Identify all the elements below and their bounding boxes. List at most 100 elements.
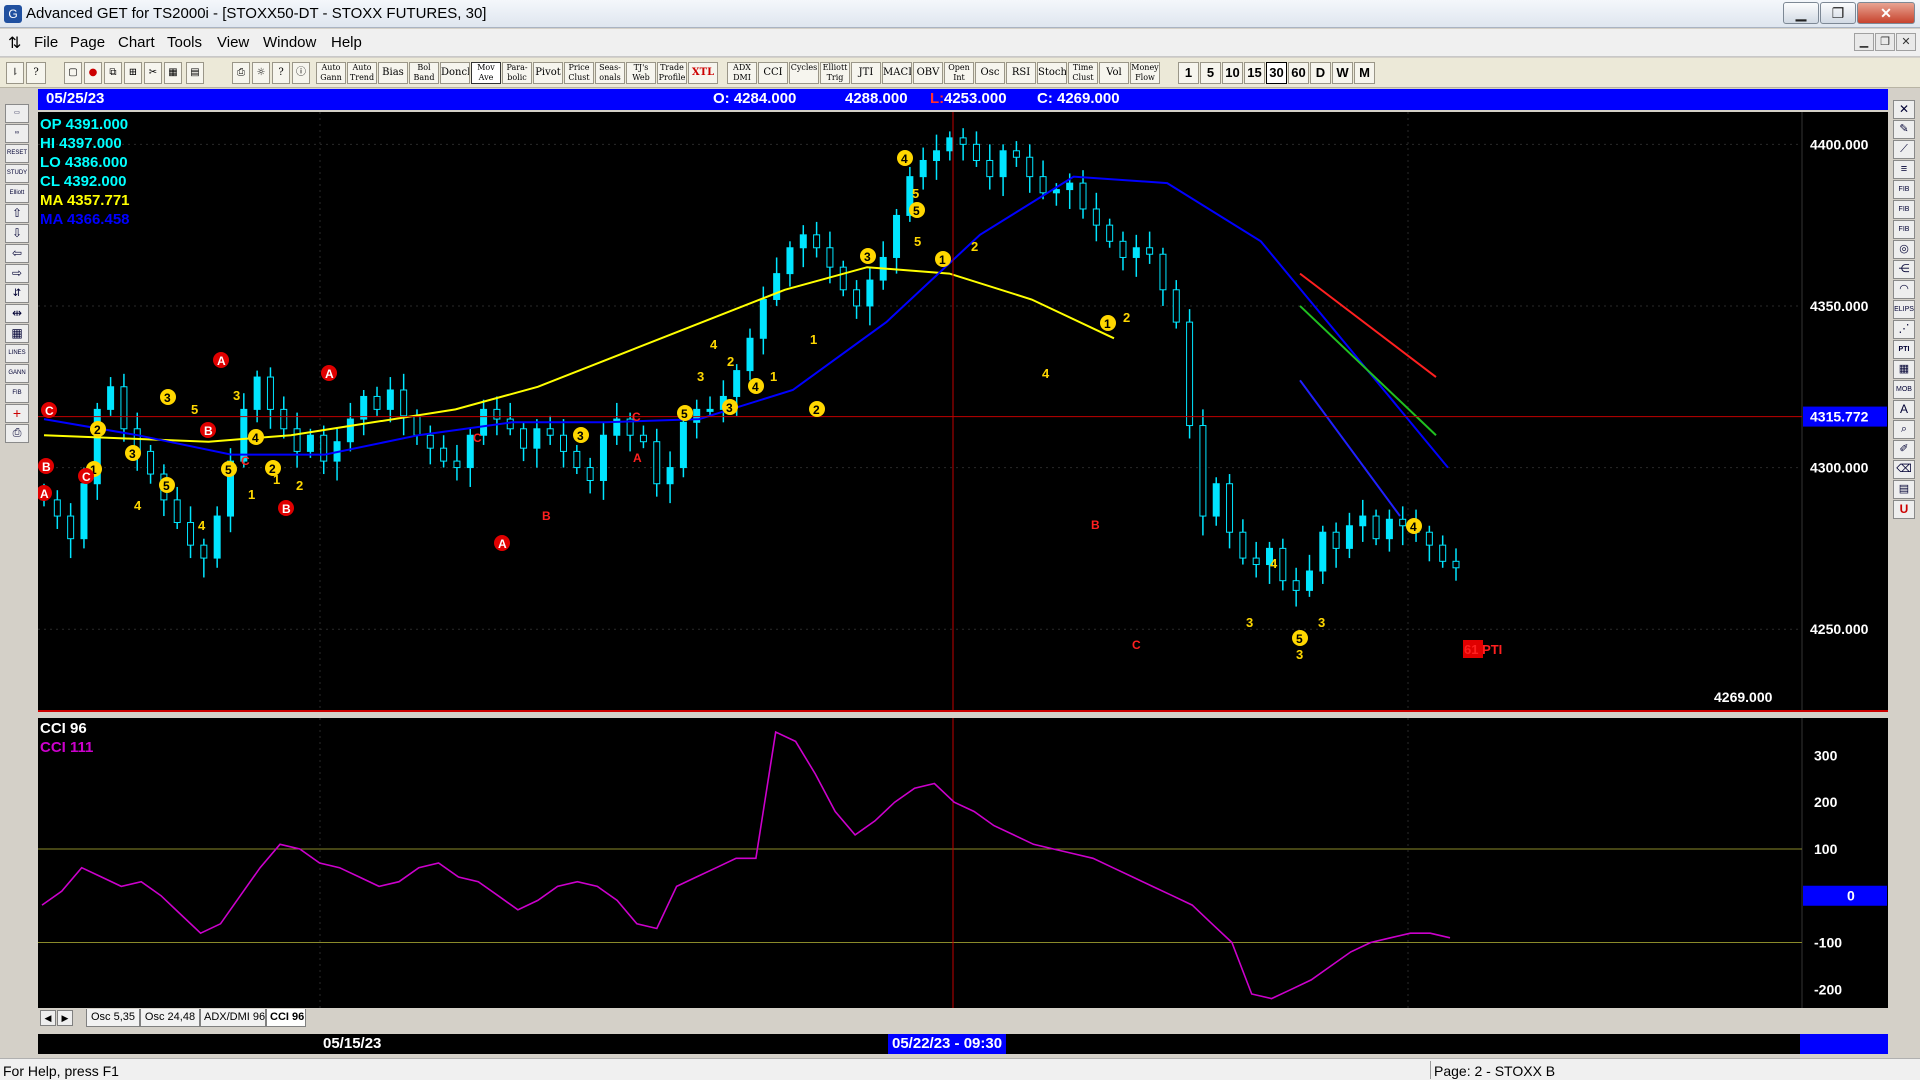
interval-m-button[interactable]: M	[1354, 62, 1375, 84]
compress-icon[interactable]: ⇵	[5, 284, 29, 303]
undo-icon[interactable]: U	[1893, 500, 1915, 519]
interval-10-button[interactable]: 10	[1222, 62, 1243, 84]
arrow-up-icon[interactable]: ⇧	[5, 204, 29, 223]
menu-help[interactable]: Help	[331, 34, 362, 51]
mdi-restore-button[interactable]: ❐	[1875, 33, 1895, 51]
copy-icon[interactable]: ⧉	[104, 62, 122, 84]
new-icon[interactable]: ▢	[64, 62, 82, 84]
mdi-close-button[interactable]: ✕	[1896, 33, 1916, 51]
study-bol-band-button[interactable]: Bol Band	[409, 62, 439, 84]
cci-pane[interactable]: 300 200 100 0 -100 -200 CCI 96 CCI 111	[38, 718, 1888, 1008]
study-auto-trend-button[interactable]: Auto Trend	[347, 62, 377, 84]
gann-button[interactable]: GANN	[5, 364, 29, 383]
doc-icon[interactable]: ⇅	[8, 33, 21, 53]
grid-tool-icon[interactable]: ▦	[1893, 360, 1915, 379]
fan-icon[interactable]: ⋲	[1893, 260, 1915, 279]
study-tj-s-web-button[interactable]: TJ's Web	[626, 62, 656, 84]
lines-button[interactable]: LINES	[5, 344, 29, 363]
menu-view[interactable]: View	[217, 34, 249, 51]
price-chart-pane[interactable]: 4400.000 4350.000 4300.000 4250.000 4315.772…	[38, 112, 1888, 710]
binoculars-icon[interactable]: ∞	[5, 124, 29, 143]
osc-money-flow-button[interactable]: Money Flow	[1130, 62, 1160, 84]
study-price-clust-button[interactable]: Price Clust	[564, 62, 594, 84]
text-tool-icon[interactable]: A	[1893, 400, 1915, 419]
interval-1-button[interactable]: 1	[1178, 62, 1199, 84]
cut-icon[interactable]: ✂	[144, 62, 162, 84]
interval-30-button[interactable]: 30	[1266, 62, 1287, 84]
study-mov-ave-button[interactable]: Mov Ave	[471, 62, 501, 84]
study-pivot-button[interactable]: Pivot	[533, 62, 563, 84]
context-help-icon[interactable]: ?	[272, 62, 290, 84]
arrow-down-icon[interactable]: ⇩	[5, 224, 29, 243]
maximize-button[interactable]: ❐	[1820, 2, 1856, 24]
info-icon[interactable]: ⓘ	[292, 62, 310, 84]
layout-icon[interactable]: ⊞	[124, 62, 142, 84]
osc-obv-button[interactable]: OBV	[913, 62, 943, 84]
interval-15-button[interactable]: 15	[1244, 62, 1265, 84]
interval-d-button[interactable]: D	[1310, 62, 1331, 84]
pin-icon[interactable]: ⇂	[6, 62, 24, 84]
eraser-icon[interactable]: ⌫	[1893, 460, 1915, 479]
arrow-right-icon[interactable]: ⇨	[5, 264, 29, 283]
tab-scroll-right-icon[interactable]: ▶	[57, 1010, 73, 1026]
osc-osc-button[interactable]: Osc	[975, 62, 1005, 84]
fib-button[interactable]: FIB	[5, 384, 29, 403]
mob-button[interactable]: MOB	[1893, 380, 1915, 399]
study-xtl-button[interactable]: XTL	[688, 62, 718, 84]
menu-page[interactable]: Page	[70, 34, 105, 51]
study-seas-onals-button[interactable]: Seas- onals	[595, 62, 625, 84]
tab-cci[interactable]: CCI 96	[266, 1009, 306, 1027]
menu-file[interactable]: File	[34, 34, 58, 51]
channel-icon[interactable]: ≡	[1893, 160, 1915, 179]
tile-icon[interactable]: ▤	[186, 62, 204, 84]
mdi-minimize-button[interactable]: ▁	[1854, 33, 1874, 51]
crosshair-icon[interactable]: +	[5, 404, 29, 423]
study-bias-button[interactable]: Bias	[378, 62, 408, 84]
x-tool-icon[interactable]: ✕	[1893, 100, 1915, 119]
tab-adx-dmi[interactable]: ADX/DMI 96	[200, 1009, 266, 1027]
menu-window[interactable]: Window	[263, 34, 316, 51]
osc-time-clust-button[interactable]: Time Clust	[1068, 62, 1098, 84]
osc-vol-button[interactable]: Vol	[1099, 62, 1129, 84]
elliott-button[interactable]: Elliott	[5, 184, 29, 203]
lightbulb-icon[interactable]: ☼	[252, 62, 270, 84]
grid-icon[interactable]: ▦	[164, 62, 182, 84]
menu-tools[interactable]: Tools	[167, 34, 202, 51]
osc-adx-dmi-button[interactable]: ADX DMI	[727, 62, 757, 84]
study-auto-gann-button[interactable]: Auto Gann	[316, 62, 346, 84]
osc-cci-button[interactable]: CCI	[758, 62, 788, 84]
tab-scroll-left-icon[interactable]: ◀	[40, 1010, 56, 1026]
open-icon[interactable]: ▭	[5, 104, 29, 123]
gann-fan-icon[interactable]: ⋰	[1893, 320, 1915, 339]
fib-ext-button[interactable]: FIB EXT	[1893, 200, 1915, 219]
help-pointer-icon[interactable]: ?	[26, 62, 46, 84]
osc-elliott-trig-button[interactable]: Elliott Trig	[820, 62, 850, 84]
record-icon[interactable]: ●	[84, 62, 102, 84]
fib-time-button[interactable]: FIB TIME	[1893, 220, 1915, 239]
osc-open-int-button[interactable]: Open Int	[944, 62, 974, 84]
fib-ret-button[interactable]: FIB RET	[1893, 180, 1915, 199]
expand-icon[interactable]: ⇹	[5, 304, 29, 323]
osc-jti-button[interactable]: JTI	[851, 62, 881, 84]
minimize-button[interactable]: ▁	[1783, 2, 1819, 24]
reset-button[interactable]: RESET	[5, 144, 29, 163]
magnifier-icon[interactable]: ⌕	[1893, 420, 1915, 439]
spiral-icon[interactable]: ◎	[1893, 240, 1915, 259]
arc-icon[interactable]: ◠	[1893, 280, 1915, 299]
osc-stoch-button[interactable]: Stoch	[1037, 62, 1067, 84]
osc-macd-button[interactable]: MACD	[882, 62, 912, 84]
camera-icon[interactable]: ⎙	[5, 424, 29, 443]
interval-5-button[interactable]: 5	[1200, 62, 1221, 84]
trendline-icon[interactable]: ⟋	[1893, 140, 1915, 159]
study-donch-button[interactable]: Donch	[440, 62, 470, 84]
print-icon[interactable]: ⎙	[232, 62, 250, 84]
interval-w-button[interactable]: W	[1332, 62, 1353, 84]
zoom-box-icon[interactable]: ▦	[5, 324, 29, 343]
osc-rsi-button[interactable]: RSI	[1006, 62, 1036, 84]
paint-icon[interactable]: ✐	[1893, 440, 1915, 459]
osc-cycles-button[interactable]: Cycles	[789, 62, 819, 84]
arrow-left-icon[interactable]: ⇦	[5, 244, 29, 263]
menu-chart[interactable]: Chart	[118, 34, 155, 51]
tab-osc-5-35[interactable]: Osc 5,35	[86, 1009, 140, 1027]
study-button[interactable]: STUDY	[5, 164, 29, 183]
